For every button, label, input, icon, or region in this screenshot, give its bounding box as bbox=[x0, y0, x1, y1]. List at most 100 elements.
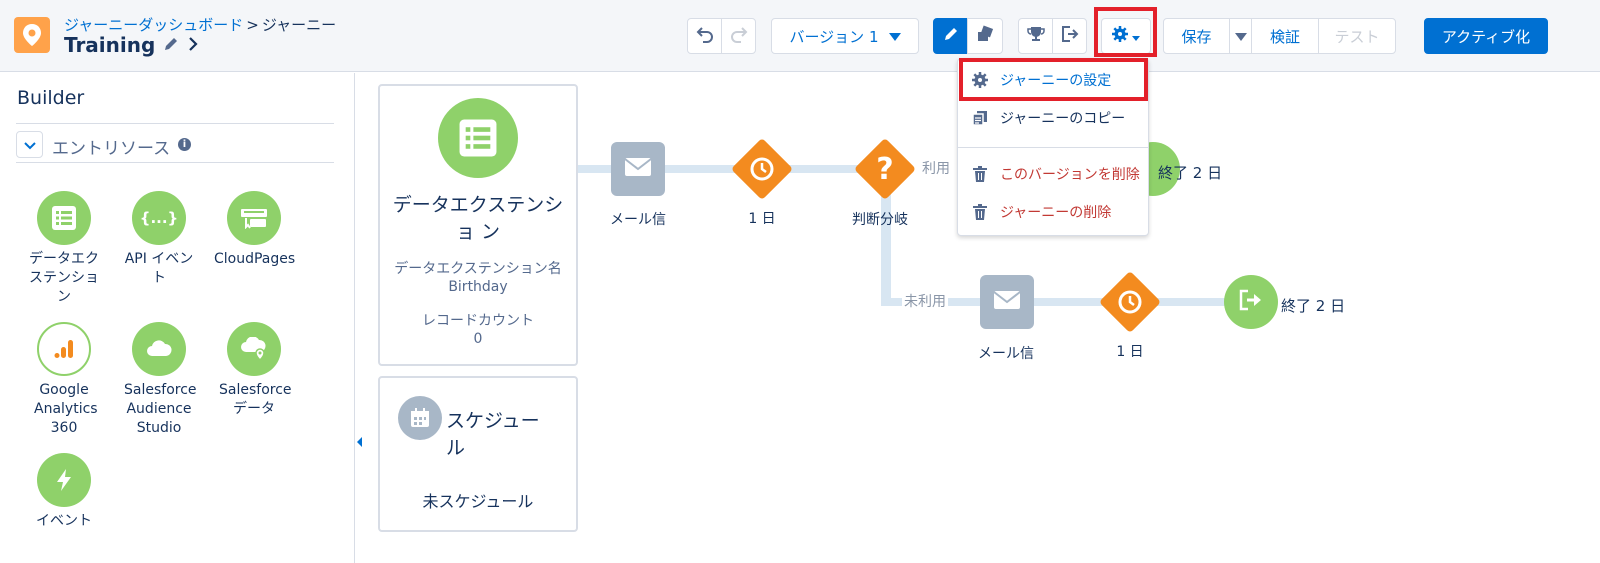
entry-card-name-label: データエクステンション名 bbox=[394, 261, 562, 277]
menu-item-label: ジャーニーのコピー bbox=[1000, 111, 1126, 127]
save-options-button[interactable] bbox=[1229, 18, 1252, 54]
menu-item-label: ジャーニーの削除 bbox=[1000, 205, 1112, 221]
journey-name: Training bbox=[64, 33, 156, 57]
entry-source-card[interactable]: データエクステンショ ン データエクステンション名 Birthday レコードカ… bbox=[378, 84, 578, 366]
exit-criteria-button[interactable] bbox=[1052, 18, 1087, 54]
clock-icon bbox=[1099, 271, 1161, 333]
canvas-view-button[interactable] bbox=[967, 18, 1003, 54]
schedule-status: 未スケジュール bbox=[422, 492, 534, 511]
menu-item-delete-version[interactable]: このバージョンを削除 bbox=[958, 157, 1148, 191]
settings-button-highlight bbox=[1094, 7, 1157, 57]
redo-button[interactable] bbox=[721, 18, 756, 54]
entry-source-label: Salesforce Audience Studio bbox=[124, 382, 197, 436]
info-icon[interactable]: i bbox=[178, 138, 191, 151]
entry-source-audience-studio[interactable]: Salesforce Audience Studio bbox=[119, 322, 199, 438]
chevron-down-icon bbox=[1234, 27, 1247, 45]
edit-mode-button[interactable] bbox=[933, 18, 968, 54]
entry-card-count-label: レコードカウント bbox=[422, 313, 534, 329]
journey-settings-highlight bbox=[959, 58, 1148, 101]
question-mark-icon: ? bbox=[876, 151, 894, 187]
save-button[interactable]: 保存 bbox=[1163, 18, 1230, 54]
validate-label: 検証 bbox=[1269, 27, 1300, 46]
chevron-down-icon bbox=[888, 27, 901, 45]
entry-source-data-extension[interactable]: データエク ステンショ ン bbox=[24, 191, 104, 307]
copy-icon bbox=[972, 110, 988, 126]
envelope-icon bbox=[993, 290, 1021, 314]
chevron-right-icon[interactable] bbox=[187, 33, 199, 57]
breadcrumb-current: ジャーニー bbox=[261, 16, 337, 34]
journey-title: Training bbox=[64, 33, 199, 57]
journey-app-icon bbox=[14, 17, 50, 53]
version-dropdown[interactable]: バージョン 1 bbox=[771, 18, 919, 54]
entry-source-event[interactable]: イベント bbox=[24, 453, 104, 531]
activate-label: アクティブ化 bbox=[1441, 27, 1531, 46]
clock-icon bbox=[731, 138, 793, 200]
entry-source-label: イベント bbox=[36, 513, 92, 529]
version-label: バージョン 1 bbox=[789, 27, 879, 46]
trash-icon bbox=[972, 204, 988, 220]
entry-source-label: Salesforce データ bbox=[219, 382, 292, 417]
menu-divider bbox=[958, 147, 1148, 148]
event-icon bbox=[37, 453, 91, 507]
sidebar-title: Builder bbox=[17, 87, 85, 109]
path-no-label: 未利用 bbox=[902, 291, 948, 311]
test-label: テスト bbox=[1334, 27, 1380, 46]
save-label: 保存 bbox=[1181, 27, 1212, 46]
entry-source-label: API イベン ト bbox=[124, 251, 194, 286]
copy-stack-icon bbox=[976, 25, 994, 47]
edit-name-pencil-icon[interactable] bbox=[163, 33, 179, 57]
entry-card-name-value: Birthday bbox=[448, 279, 508, 295]
pencil-icon bbox=[943, 26, 959, 46]
api-event-icon: {...} bbox=[132, 191, 186, 245]
divider bbox=[16, 123, 334, 124]
email-activity-node[interactable] bbox=[980, 275, 1034, 329]
builder-sidebar: Builder エントリソース i データエク ステンショ ン {...} AP… bbox=[0, 73, 355, 563]
data-extension-icon bbox=[438, 98, 518, 178]
journey-builder-header: ジャーニーダッシュボード > ジャーニー Training バージョン 1 保存… bbox=[0, 0, 1600, 72]
email-activity-node[interactable] bbox=[611, 142, 665, 196]
email-activity-label: メール信 bbox=[610, 212, 666, 228]
google-analytics-icon bbox=[37, 322, 91, 376]
menu-item-label: このバージョンを削除 bbox=[1000, 167, 1140, 183]
exit-node-label: 終了 2 日 bbox=[1158, 164, 1223, 182]
exit-node[interactable] bbox=[1224, 275, 1278, 329]
entry-source-salesforce-data[interactable]: Salesforce データ bbox=[214, 322, 294, 419]
entry-source-api-event[interactable]: {...} API イベン ト bbox=[119, 191, 199, 288]
section-collapse-button[interactable] bbox=[16, 131, 43, 158]
trophy-icon bbox=[1026, 25, 1045, 47]
validate-button[interactable]: 検証 bbox=[1251, 18, 1319, 54]
data-extension-icon bbox=[37, 191, 91, 245]
undo-button[interactable] bbox=[687, 18, 722, 54]
breadcrumb-dashboard-link[interactable]: ジャーニーダッシュボード bbox=[64, 16, 243, 34]
test-button[interactable]: テスト bbox=[1318, 18, 1396, 54]
wait-activity-label: 1 日 bbox=[748, 211, 776, 227]
trash-icon bbox=[972, 166, 988, 182]
entry-source-cloudpages[interactable]: CloudPages bbox=[214, 191, 296, 269]
wait-activity-label: 1 日 bbox=[1116, 344, 1144, 360]
entry-sources-label: エントリソース bbox=[52, 139, 171, 159]
menu-item-delete-journey[interactable]: ジャーニーの削除 bbox=[958, 195, 1148, 229]
calendar-icon bbox=[398, 396, 442, 440]
divider bbox=[16, 162, 334, 163]
entry-card-count-value: 0 bbox=[473, 331, 483, 347]
entry-source-label: データエク ステンショ ン bbox=[29, 251, 99, 305]
envelope-icon bbox=[624, 157, 652, 181]
redo-icon bbox=[730, 25, 748, 47]
activate-button[interactable]: アクティブ化 bbox=[1424, 18, 1548, 54]
goal-button[interactable] bbox=[1018, 18, 1053, 54]
exit-icon bbox=[1061, 25, 1079, 47]
exit-node-label: 終了 2 日 bbox=[1281, 297, 1346, 315]
exit-icon bbox=[1238, 289, 1264, 315]
schedule-card[interactable]: スケジュー ル 未スケジュール bbox=[378, 376, 578, 532]
breadcrumb: ジャーニーダッシュボード > ジャーニー bbox=[64, 14, 336, 35]
path-yes-label: 利用 bbox=[920, 158, 952, 178]
cloudpages-icon bbox=[227, 191, 281, 245]
breadcrumb-separator: > bbox=[246, 16, 259, 34]
menu-item-copy-journey[interactable]: ジャーニーのコピー bbox=[958, 101, 1148, 135]
undo-icon bbox=[696, 25, 714, 47]
sidebar-collapse-toggle-icon[interactable] bbox=[356, 436, 364, 450]
entry-source-google-analytics[interactable]: Google Analytics 360 bbox=[24, 322, 104, 438]
entry-source-label: Google Analytics 360 bbox=[34, 382, 98, 436]
entry-source-label: CloudPages bbox=[214, 251, 296, 267]
entry-card-title: データエクステンショ ン bbox=[392, 194, 564, 243]
